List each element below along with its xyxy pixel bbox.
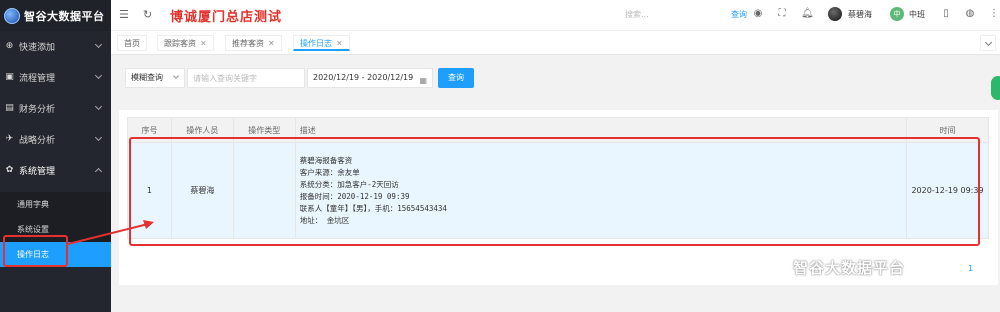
wechat-icon [765,260,787,275]
floating-assistant-button[interactable] [991,76,1000,100]
menu-toggle-icon[interactable]: ☰ [119,9,129,21]
sidebar-item-finance[interactable]: ▤ 财务分析 [0,93,111,124]
plus-icon: ⊕ [5,41,14,51]
search-input[interactable]: 搜索... [625,9,649,20]
chevron-up-icon [94,167,103,176]
chevron-down-icon [94,133,103,142]
chevron-down-icon [984,38,993,47]
calendar-icon: ▦ [419,76,427,85]
match-mode-select[interactable]: 模糊查询 [125,68,185,88]
strategy-icon: ✈ [5,134,14,144]
chevron-down-icon [94,71,103,80]
watermark-text: 智谷大数据平台 [793,259,906,277]
highlight-box-menu [3,235,68,267]
avatar[interactable] [828,7,842,21]
shift-label[interactable]: 中班 [909,9,925,20]
sidebar-item-label: 战略分析 [19,136,56,146]
sidebar-item-system[interactable]: ✿ 系统管理 [0,155,111,186]
tab-recommend-leads[interactable]: 推荐客资 ✕ [225,35,282,51]
date-range-value: 2020/12/19 - 2020/12/19 [313,73,414,82]
finance-icon: ▤ [5,103,14,113]
filter-toolbar: 模糊查询 2020/12/19 - 2020/12/19 ▦ 查询 [111,55,1000,100]
tab-menu-button[interactable] [980,35,996,51]
sidebar-item-label: 流程管理 [19,74,56,84]
logo-text: 智谷大数据平台 [24,9,105,23]
watermark: 智谷大数据平台 [765,257,905,278]
highlight-box-row [129,137,980,246]
header-query-link[interactable]: 查询 [731,9,747,20]
tab-home[interactable]: 首页 [117,35,147,51]
logo: 智谷大数据平台 [0,0,111,31]
flow-icon: ▣ [5,72,14,82]
settings-icon: ✿ [5,165,14,175]
sidebar-item-strategy[interactable]: ✈ 战略分析 [0,124,111,155]
sidebar-item-dictionary[interactable]: 通用字典 [0,192,111,217]
user-name[interactable]: 蔡碧海 [848,9,872,20]
fullscreen-icon[interactable]: ⛶ [776,8,788,20]
match-mode-value: 模糊查询 [131,73,163,82]
sidebar-item-label: 系统管理 [19,167,56,177]
phone-icon[interactable]: ▯ [940,8,952,20]
close-icon[interactable]: ✕ [336,39,343,48]
close-icon[interactable]: ✕ [200,39,207,48]
query-button[interactable]: 查询 [438,68,474,88]
keyword-input[interactable] [187,68,305,88]
sidebar-item-label: 快速添加 [19,43,56,53]
tab-label: 首页 [124,39,140,48]
top-header: ☰ ↻ 博诚厦门总店测试 搜索... 查询 ◉ ⛶ 🔔︎ 蔡碧海 中 中班 ▯ … [111,0,1000,31]
logo-icon [4,7,20,24]
store-title: 博诚厦门总店测试 [170,10,283,25]
target-icon[interactable]: ◉ [752,8,764,20]
close-icon[interactable]: ✕ [268,39,275,48]
sidebar-item-quick-add[interactable]: ⊕ 快速添加 [0,31,111,62]
chevron-down-icon [173,73,179,79]
date-range-input[interactable]: 2020/12/19 - 2020/12/19 ▦ [307,68,433,88]
refresh-icon[interactable]: ↻ [143,9,152,21]
sidebar-item-label: 财务分析 [19,105,56,115]
more-icon[interactable]: ⋮ [988,8,1000,20]
tab-operation-log[interactable]: 操作日志 ✕ [293,35,350,51]
tab-follow-leads[interactable]: 跟踪客资 ✕ [157,35,214,51]
sidebar-item-process[interactable]: ▣ 流程管理 [0,62,111,93]
tab-label: 操作日志 [300,39,332,48]
tab-label: 推荐客资 [232,39,264,48]
chevron-down-icon [94,102,103,111]
pager-page-number[interactable]: 1 [968,264,973,273]
bell-icon[interactable]: 🔔︎ [801,8,814,20]
shift-badge: 中 [890,7,904,21]
tab-label: 跟踪客资 [164,39,196,48]
chevron-down-icon [94,40,103,49]
globe-icon[interactable]: ◍ [964,8,976,20]
tab-bar: 首页 跟踪客资 ✕ 推荐客资 ✕ 操作日志 ✕ [111,31,1000,55]
